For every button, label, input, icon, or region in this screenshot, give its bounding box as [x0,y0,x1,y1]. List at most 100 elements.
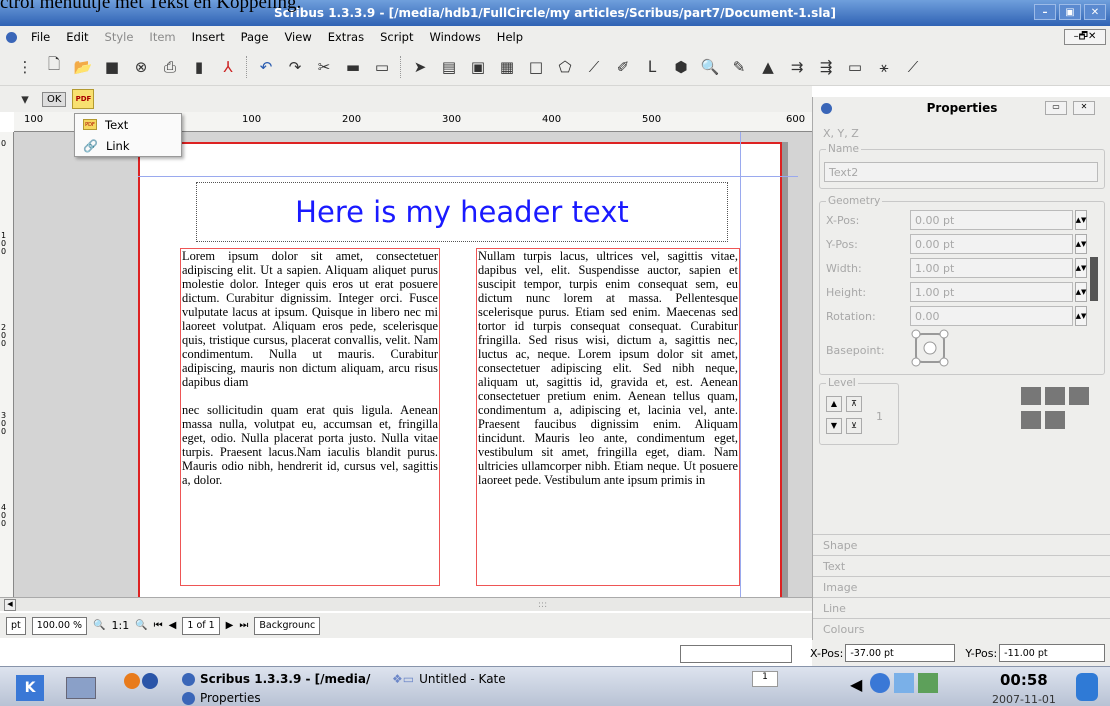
zoom-in-icon[interactable]: 🔍 [135,620,147,631]
redo-icon[interactable]: ↷ [284,56,306,78]
zoom-icon[interactable]: 🔍 [699,56,721,78]
level-top-icon[interactable]: ⊼ [846,396,862,412]
bezier-icon[interactable]: ✐ [612,56,634,78]
shape-icon[interactable]: □ [525,56,547,78]
unlock-icon[interactable] [1045,387,1065,405]
measurements-icon[interactable]: ▭ [844,56,866,78]
section-line[interactable]: Line [813,597,1110,618]
ok-button[interactable]: OK [42,91,67,107]
clock[interactable]: 00:58 [1000,671,1048,689]
link-frames-icon[interactable]: ⇉ [786,56,808,78]
image-frame-icon[interactable]: ▣ [467,56,489,78]
table-icon[interactable]: ▦ [496,56,518,78]
minimize-button[interactable]: – [1034,4,1056,20]
next-page-icon[interactable]: ▶ [226,620,234,631]
line-icon[interactable]: ⟋ [583,56,605,78]
panel-close-button[interactable]: ✕ [1073,101,1095,115]
page-select[interactable]: 1 of 1 [182,616,220,635]
spinbox-arrows-icon[interactable]: ▲▼ [1075,306,1087,326]
section-colours[interactable]: Colours [813,618,1110,639]
name-field[interactable]: Text2 [824,162,1098,182]
pdf-tools-button[interactable]: PDF [72,89,95,109]
document-canvas[interactable]: Here is my header text Lorem ipsum dolor… [14,132,812,597]
spinbox-arrows-icon[interactable]: ▲▼ [1075,234,1087,254]
rotate-icon[interactable]: ⬢ [670,56,692,78]
browser-icon[interactable] [142,673,158,689]
menu-edit[interactable]: Edit [64,30,90,44]
menu-item[interactable]: Item [147,30,177,44]
text-frame-icon[interactable]: ▤ [438,56,460,78]
menu-view[interactable]: View [282,30,313,44]
spinbox-arrows-icon[interactable]: ▲▼ [1075,282,1087,302]
zoom-ratio[interactable]: 1:1 [112,619,130,632]
menu-help[interactable]: Help [495,30,525,44]
menu-style[interactable]: Style [103,30,136,44]
tray-app-icon[interactable] [894,673,914,693]
task-properties[interactable]: Properties [182,691,261,705]
new-document-icon[interactable]: 🗋 [43,55,65,78]
flip-icon[interactable] [1069,387,1089,405]
edit-contents-icon[interactable]: ✎ [728,56,750,78]
paste-icon[interactable]: ▭ [371,56,393,78]
pdf-menu-item-link[interactable]: 🔗 Link [75,135,181,156]
save-icon[interactable]: ■ [101,56,123,78]
close-document-icon[interactable]: ⊗ [130,56,152,78]
menu-extras[interactable]: Extras [326,30,366,44]
layer-select[interactable]: Backgrounc [254,616,321,635]
preflight-icon[interactable]: ▮ [188,56,210,78]
freehand-icon[interactable]: ᒪ [641,56,663,78]
menu-file[interactable]: File [29,30,52,44]
undo-icon[interactable]: ↶ [255,56,277,78]
maximize-button[interactable]: ▣ [1059,4,1081,20]
level-bottom-icon[interactable]: ⊻ [846,418,862,434]
unit-select[interactable]: pt [6,616,26,635]
close-button[interactable]: ✕ [1084,4,1106,20]
height-field[interactable]: 1.00 pt [910,282,1073,302]
kde-menu-icon[interactable]: K [16,675,44,701]
task-scribus[interactable]: Scribus 1.3.3.9 - [/media/ [182,672,370,686]
lock-object-icon[interactable] [1021,387,1041,405]
mdi-window-controls[interactable]: –🗗✕ [1064,29,1106,45]
section-shape[interactable]: Shape [813,534,1110,555]
last-page-icon[interactable]: ⏭ [239,620,248,631]
section-image[interactable]: Image [813,576,1110,597]
menu-page[interactable]: Page [239,30,271,44]
network-icon[interactable] [870,673,890,693]
edit-text-icon[interactable]: ▲ [757,56,779,78]
panel-shade-button[interactable]: ▭ [1045,101,1067,115]
basepoint-selector-icon[interactable] [910,328,950,368]
scribus-app-icon[interactable] [6,31,17,43]
menu-windows[interactable]: Windows [427,30,482,44]
export-pdf-icon[interactable]: ⅄ [217,56,239,78]
print-icon[interactable]: ⎙ [159,56,181,78]
polygon-icon[interactable]: ⬠ [554,56,576,78]
status-input[interactable] [680,645,792,663]
scrollbar-thumb[interactable] [1090,257,1098,301]
zoom-out-icon[interactable]: 🔍 [93,620,105,631]
cut-icon[interactable]: ✂ [313,56,335,78]
select-pointer-icon[interactable]: ➤ [409,56,431,78]
copy-properties-icon[interactable]: ⚹ [873,56,895,78]
scroll-left-icon[interactable]: ◀ [4,599,16,611]
text-flow-icon[interactable] [1045,411,1065,429]
desktop-icon[interactable] [66,677,96,699]
menu-script[interactable]: Script [378,30,415,44]
rotation-field[interactable]: 0.00 [910,306,1073,326]
spinbox-arrows-icon[interactable]: ▲▼ [1075,258,1087,278]
horizontal-scrollbar[interactable]: ◀ ::: [0,597,812,611]
pager-desktop-1[interactable]: 1 [752,671,778,687]
scroll-grip[interactable]: ::: [538,600,547,610]
tab-xyz[interactable]: X, Y, Z [823,127,859,140]
copy-icon[interactable]: ▬ [342,56,364,78]
pdf-menu-item-text[interactable]: PDF Text [75,114,181,135]
eyedropper-icon[interactable]: ⟋ [902,56,924,78]
first-page-icon[interactable]: ⏮ [154,620,163,631]
width-field[interactable]: 1.00 pt [910,258,1073,278]
level-down-icon[interactable]: ▼ [826,418,842,434]
zoom-field[interactable]: 100.00 % [31,616,88,635]
update-icon[interactable] [918,673,938,693]
volume-icon[interactable]: ◀ [850,675,862,694]
section-text[interactable]: Text [813,555,1110,576]
firefox-icon[interactable] [124,673,140,689]
menu-insert[interactable]: Insert [190,30,227,44]
